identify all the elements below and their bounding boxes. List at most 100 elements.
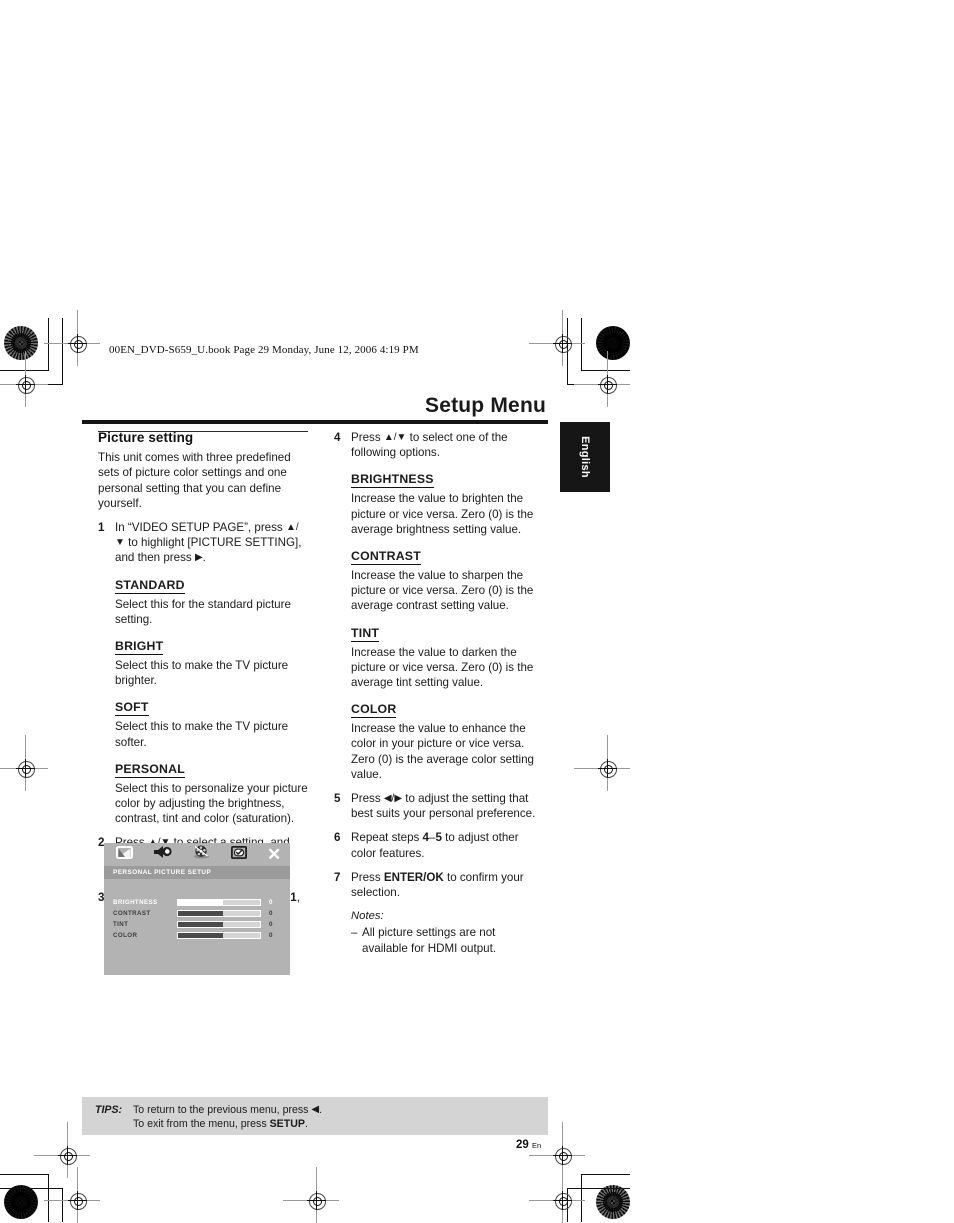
tips-line-2-text: To exit from the menu, press xyxy=(133,1117,270,1130)
leftright-arrows-icon: ◀/▶ xyxy=(383,793,403,805)
notes-block: Notes: – All picture settings are not av… xyxy=(351,909,544,956)
updown-arrows-icon-3: ▲/▼ xyxy=(383,432,407,443)
step-5-text: Press ◀/▶ to adjust the setting that bes… xyxy=(351,791,544,821)
setting-brightness-name: BRIGHTNESS xyxy=(351,472,434,489)
osd-row-tint[interactable]: TINT 0 xyxy=(104,919,290,930)
audio-speaker-icon[interactable] xyxy=(153,845,172,864)
note-item: – All picture settings are not available… xyxy=(351,925,544,955)
option-personal: PERSONAL Select this to personalize your… xyxy=(115,759,308,827)
step-4: 4 Press ▲/▼ to select one of the followi… xyxy=(334,430,544,460)
step-5-number: 5 xyxy=(334,792,341,806)
page-number-value: 29 xyxy=(516,1139,529,1151)
step-4-number: 4 xyxy=(334,431,341,444)
step-6-text: Repeat steps 4–5 to adjust other color f… xyxy=(351,830,544,860)
step-1-number: 1 xyxy=(98,521,105,535)
setting-contrast: CONTRAST Increase the value to sharpen t… xyxy=(351,546,544,614)
setting-color: COLOR Increase the value to enhance the … xyxy=(351,699,544,782)
intro-paragraph: This unit comes with three predefined se… xyxy=(98,451,291,510)
step-1-text-before: In “VIDEO SETUP PAGE”, press xyxy=(115,521,286,535)
section-heading: Picture setting xyxy=(98,430,194,445)
step-6-number: 6 xyxy=(334,831,341,845)
step-1-text-end: . xyxy=(202,551,206,565)
right-column: 4 Press ▲/▼ to select one of the followi… xyxy=(334,430,544,956)
crop-corner-bottom-right-outer xyxy=(567,1188,630,1222)
setting-tint-desc: Increase the value to darken the picture… xyxy=(351,645,534,690)
osd-row-tint-value: 0 xyxy=(269,921,273,928)
option-soft-name: SOFT xyxy=(115,700,149,717)
preferences-icon[interactable] xyxy=(230,845,247,864)
osd-title-text: PERSONAL PICTURE SETUP xyxy=(113,869,212,876)
option-bright-name: BRIGHT xyxy=(115,639,164,656)
option-bright-desc: Select this to make the TV picture brigh… xyxy=(115,659,289,688)
step-1-text-mid: to highlight [PICTURE SETTING], and then… xyxy=(115,536,302,565)
tips-line-1: TIPS: To return to the previous menu, pre… xyxy=(95,1104,322,1118)
osd-settings-list: BRIGHTNESS 0 CONTRAST 0 TINT 0 COLOR 0 xyxy=(104,897,290,941)
step-6-text-a: Repeat steps xyxy=(351,831,423,845)
page-number-suffix: En xyxy=(532,1141,542,1150)
step-7-number: 7 xyxy=(334,870,341,884)
film-reel-icon-svg xyxy=(194,845,209,859)
setting-color-desc: Increase the value to enhance the color … xyxy=(351,722,535,781)
left-arrow-icon: ◀ xyxy=(311,1104,320,1115)
book-file-header: 00EN_DVD-S659_U.book Page 29 Monday, Jun… xyxy=(109,344,419,356)
setting-contrast-name: CONTRAST xyxy=(351,549,421,566)
note-text: All picture settings are not available f… xyxy=(362,926,497,955)
option-personal-name: PERSONAL xyxy=(115,761,185,778)
setting-brightness-desc: Increase the value to brighten the pictu… xyxy=(351,492,534,536)
osd-row-contrast[interactable]: CONTRAST 0 xyxy=(104,908,290,919)
title-rule xyxy=(82,420,548,424)
manual-page: 00EN_DVD-S659_U.book Page 29 Monday, Jun… xyxy=(0,0,954,1223)
osd-row-color-slider[interactable] xyxy=(177,932,261,939)
osd-row-contrast-slider[interactable] xyxy=(177,910,261,917)
setting-tint-name: TINT xyxy=(351,625,380,642)
osd-row-color-label: COLOR xyxy=(113,932,138,939)
step-7: 7 Press ENTER/OK to confirm your selecti… xyxy=(334,870,544,900)
osd-row-brightness-slider[interactable] xyxy=(177,899,261,906)
audio-speaker-icon-svg xyxy=(154,846,172,858)
tips-label: TIPS: xyxy=(95,1104,123,1116)
osd-row-tint-slider[interactable] xyxy=(177,921,261,928)
preferences-icon-svg xyxy=(230,845,247,859)
step-4-text-a: Press xyxy=(351,431,384,444)
tips-line-2-end: . xyxy=(304,1117,308,1130)
tips-line-1-text: To return to the previous menu, press xyxy=(133,1104,312,1116)
option-standard-name: STANDARD xyxy=(115,577,185,594)
step-5: 5 Press ◀/▶ to adjust the setting that b… xyxy=(334,791,544,821)
setting-brightness: BRIGHTNESS Increase the value to brighte… xyxy=(351,469,544,537)
step-7-text-a: Press xyxy=(351,870,384,884)
osd-row-contrast-label: CONTRAST xyxy=(113,910,151,917)
tv-screen-icon[interactable] xyxy=(116,845,133,864)
exit-x-icon[interactable]: ✕ xyxy=(267,846,281,863)
step-4-text: Press ▲/▼ to select one of the following… xyxy=(351,430,544,460)
osd-row-color[interactable]: COLOR 0 xyxy=(104,930,290,941)
option-personal-desc: Select this to personalize your picture … xyxy=(115,781,308,826)
step-1: 1 In “VIDEO SETUP PAGE”, press ▲/▼ to hi… xyxy=(98,520,308,566)
language-tab-label: English xyxy=(579,436,591,478)
page-title: Setup Menu xyxy=(425,394,546,417)
osd-row-contrast-value: 0 xyxy=(269,910,273,917)
osd-row-brightness-value: 0 xyxy=(269,899,273,906)
crop-corner-top-left-outer xyxy=(0,318,63,385)
language-tab: English xyxy=(560,422,610,492)
option-bright: BRIGHT Select this to make the TV pictur… xyxy=(115,636,308,688)
osd-row-tint-label: TINT xyxy=(113,921,129,928)
option-soft-desc: Select this to make the TV picture softe… xyxy=(115,720,289,749)
osd-title-bar: PERSONAL PICTURE SETUP xyxy=(104,866,290,879)
tips-box: TIPS: To return to the previous menu, pre… xyxy=(82,1097,548,1135)
crop-corner-top-right-outer xyxy=(567,318,630,385)
tips-line-1-end: . xyxy=(319,1104,323,1116)
option-soft: SOFT Select this to make the TV picture … xyxy=(115,697,308,749)
setting-contrast-desc: Increase the value to sharpen the pictur… xyxy=(351,569,534,613)
step-1-text: In “VIDEO SETUP PAGE”, press ▲/▼ to high… xyxy=(115,520,308,566)
crop-corner-bottom-left-outer xyxy=(0,1188,63,1222)
option-standard-desc: Select this for the standard picture set… xyxy=(115,597,291,626)
step-7-key-enter-ok: ENTER/OK xyxy=(383,870,444,884)
tips-content: TIPS: To return to the previous menu, pre… xyxy=(95,1104,322,1131)
film-reel-icon[interactable] xyxy=(192,845,211,864)
notes-label: Notes: xyxy=(351,910,384,923)
page-number: 29 En xyxy=(516,1139,541,1151)
tv-screen-icon-svg xyxy=(116,845,133,859)
osd-row-brightness[interactable]: BRIGHTNESS 0 xyxy=(104,897,290,908)
right-arrow-icon: ▶ xyxy=(194,552,203,564)
osd-personal-picture-setup: ✕ PERSONAL PICTURE SETUP BRIGHTNESS 0 CO… xyxy=(104,843,290,975)
